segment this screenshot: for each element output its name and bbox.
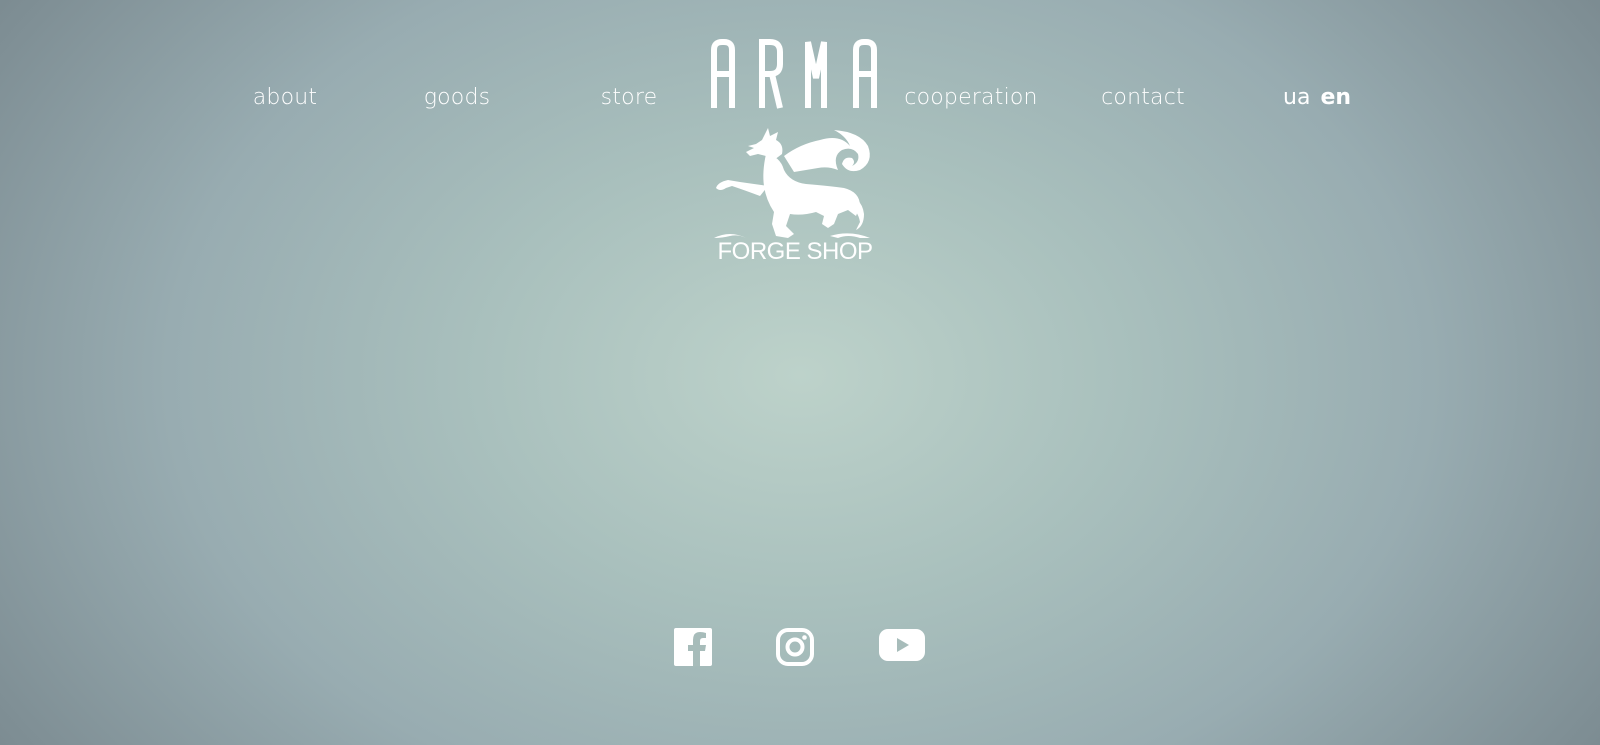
facebook-link[interactable] — [674, 628, 712, 670]
youtube-link[interactable] — [879, 628, 925, 666]
brand-subtitle: FORGE SHOP — [717, 238, 873, 265]
nav-link-about[interactable]: about — [205, 84, 365, 112]
lang-en[interactable]: en — [1320, 84, 1351, 112]
nav-link-contact[interactable]: contact — [1063, 84, 1223, 112]
language-switcher: ua en — [1283, 84, 1351, 112]
brand-wordmark — [711, 39, 877, 109]
instagram-icon — [776, 628, 814, 666]
griffin-emblem-icon — [714, 128, 870, 238]
nav-link-cooperation[interactable]: cooperation — [891, 84, 1051, 112]
facebook-icon — [674, 628, 712, 666]
nav-link-store[interactable]: store — [549, 84, 709, 112]
lang-ua[interactable]: ua — [1283, 84, 1310, 112]
instagram-link[interactable] — [776, 628, 814, 670]
nav-link-goods[interactable]: goods — [377, 84, 537, 112]
youtube-icon — [879, 629, 925, 661]
brand-logo[interactable]: FORGE SHOP — [710, 38, 880, 273]
social-links — [0, 628, 1600, 672]
